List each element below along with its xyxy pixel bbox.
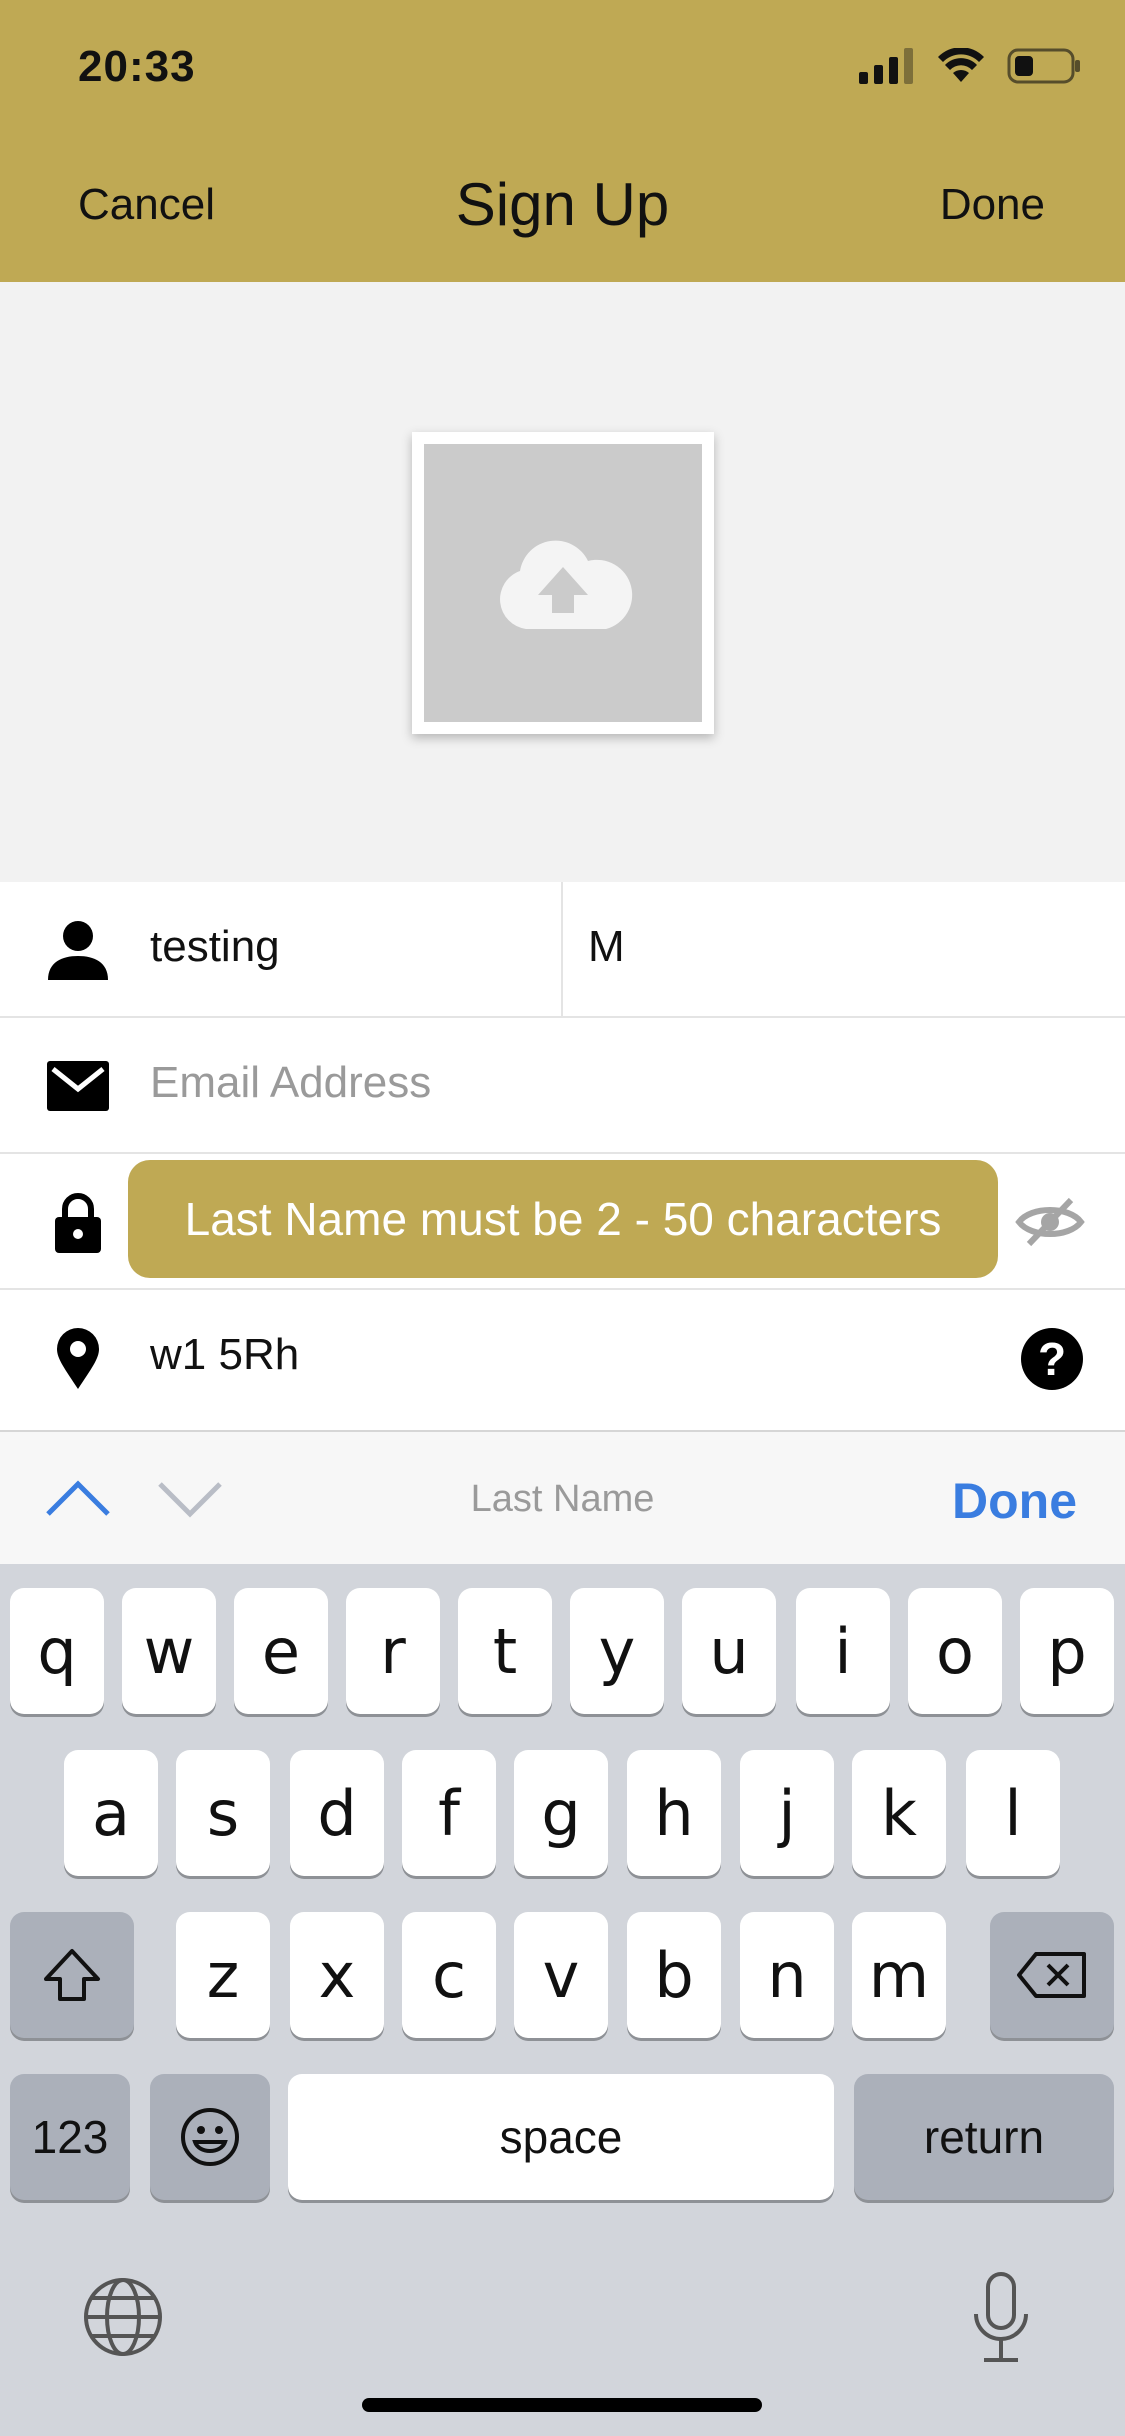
key-a[interactable]: a [64,1750,158,1876]
postcode-row: w1 5Rh ? [0,1290,1125,1426]
done-button[interactable]: Done [940,180,1045,230]
key-b[interactable]: b [627,1912,721,2038]
cloud-upload-icon [500,540,633,629]
key-g[interactable]: g [514,1750,608,1876]
signup-form: testing M Email Address Last Name must b… [0,882,1125,1430]
key-w[interactable]: w [122,1588,216,1714]
key-d[interactable]: d [290,1750,384,1876]
key-h[interactable]: h [627,1750,721,1876]
key-e[interactable]: e [234,1588,328,1714]
signal-icon [859,48,913,84]
email-field[interactable]: Email Address [150,1058,431,1108]
person-icon [44,916,112,984]
key-s[interactable]: s [176,1750,270,1876]
nav-header: 20:33 Cancel Sign Up Done [0,0,1125,282]
key-i[interactable]: i [796,1588,890,1714]
key-z[interactable]: z [176,1912,270,2038]
validation-toast: Last Name must be 2 - 50 characters [128,1160,998,1278]
space-key[interactable]: space [288,2074,834,2200]
help-icon[interactable]: ? [1021,1328,1083,1390]
key-q[interactable]: q [10,1588,104,1714]
status-icons [859,48,1081,84]
key-l[interactable]: l [966,1750,1060,1876]
keyboard-toolbar: Last Name Done [0,1430,1125,1564]
key-y[interactable]: y [570,1588,664,1714]
key-p[interactable]: p [1020,1588,1114,1714]
key-v[interactable]: v [514,1912,608,2038]
key-m[interactable]: m [852,1912,946,2038]
emoji-icon [181,2108,239,2166]
keyboard: q w e r t y u i o p a s d f g h j k l z … [0,1564,1125,2436]
return-key[interactable]: return [854,2074,1114,2200]
backspace-key[interactable] [990,1912,1114,2038]
key-f[interactable]: f [402,1750,496,1876]
key-u[interactable]: u [682,1588,776,1714]
key-n[interactable]: n [740,1912,834,2038]
last-name-field[interactable]: M [588,922,625,972]
emoji-key[interactable] [150,2074,270,2200]
location-pin-icon [44,1324,112,1392]
envelope-icon [44,1052,112,1120]
password-visibility-icon[interactable] [1015,1190,1085,1254]
lock-icon [44,1188,112,1256]
key-c[interactable]: c [402,1912,496,2038]
photo-section [0,282,1125,882]
toolbar-done-button[interactable]: Done [952,1472,1077,1530]
name-row: testing M [0,882,1125,1018]
key-k[interactable]: k [852,1750,946,1876]
shift-key[interactable] [10,1912,134,2038]
name-divider [561,882,563,1018]
first-name-field[interactable]: testing [150,922,280,972]
wifi-icon [938,48,984,82]
key-j[interactable]: j [740,1750,834,1876]
globe-icon[interactable] [82,2276,164,2358]
photo-upload-button[interactable] [412,432,714,734]
photo-placeholder [424,444,702,722]
battery-icon [1007,48,1080,84]
shift-icon [44,1949,100,2001]
key-r[interactable]: r [346,1588,440,1714]
email-row: Email Address [0,1018,1125,1154]
numbers-key[interactable]: 123 [10,2074,130,2200]
home-indicator[interactable] [362,2398,762,2412]
postcode-field[interactable]: w1 5Rh [150,1330,299,1380]
password-row: Last Name must be 2 - 50 characters [0,1154,1125,1290]
backspace-icon [1017,1952,1086,1998]
key-t[interactable]: t [458,1588,552,1714]
microphone-icon[interactable] [968,2270,1034,2366]
key-o[interactable]: o [908,1588,1002,1714]
key-x[interactable]: x [290,1912,384,2038]
status-time: 20:33 [78,42,196,91]
